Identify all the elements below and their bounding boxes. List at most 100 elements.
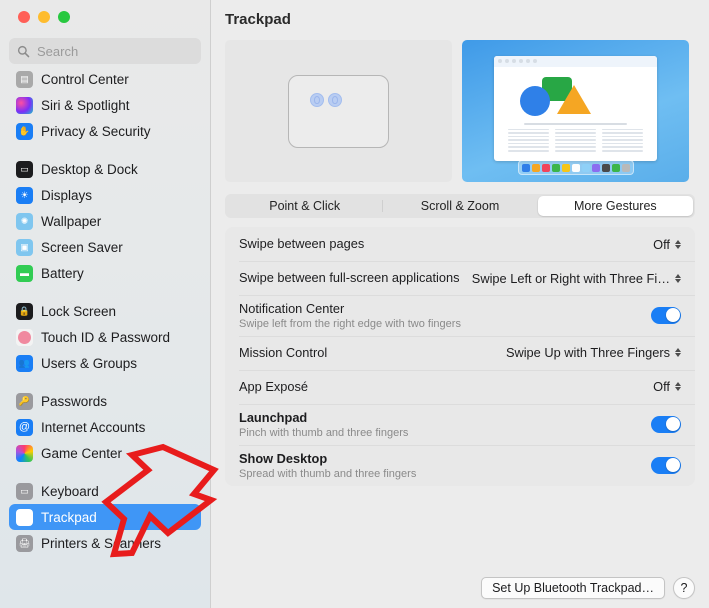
toggle-knob: [665, 417, 680, 432]
sidebar-group-separator: [9, 144, 201, 156]
preview-text-columns: [502, 128, 649, 154]
sidebar-item-passwords[interactable]: 🔑 Passwords: [9, 388, 201, 414]
setting-title: Mission Control: [239, 344, 328, 360]
sidebar-item-siri-spotlight[interactable]: Siri & Spotlight: [9, 92, 201, 118]
preview-area: [211, 28, 709, 182]
sidebar-item-screen-saver[interactable]: ▣ Screen Saver: [9, 234, 201, 260]
gesture-settings-panel: Swipe between pages Off Swipe between full…: [225, 227, 695, 486]
sidebar-item-label: Users & Groups: [41, 355, 138, 371]
tab-point-click[interactable]: Point & Click: [227, 196, 382, 216]
setting-title: Show Desktop: [239, 450, 328, 466]
setting-subtitle: Pinch with thumb and three fingers: [239, 426, 409, 439]
preview-document-window: [494, 55, 657, 161]
toggle-knob: [665, 458, 680, 473]
setting-title: Swipe between full-screen applications: [239, 270, 460, 285]
toggle-notification-center[interactable]: [651, 306, 681, 324]
search-field[interactable]: Search: [9, 38, 201, 64]
sidebar-item-internet-accounts[interactable]: @ Internet Accounts: [9, 414, 201, 440]
footer-actions: Set Up Bluetooth Trackpad… ?: [481, 577, 695, 599]
preview-canvas: [502, 71, 649, 118]
maximize-button[interactable]: [58, 11, 70, 23]
setup-bluetooth-trackpad-button[interactable]: Set Up Bluetooth Trackpad…: [481, 577, 665, 599]
tab-more-gestures[interactable]: More Gestures: [537, 196, 693, 216]
sidebar-item-label: Control Center: [41, 71, 129, 87]
toggle-show-desktop[interactable]: [651, 456, 681, 474]
sidebar-item-label: Passwords: [41, 393, 108, 409]
popup-value: Swipe Up with Three Fingers: [505, 345, 670, 361]
sidebar-item-label: Keyboard: [41, 483, 99, 499]
tab-scroll-zoom[interactable]: Scroll & Zoom: [382, 196, 537, 216]
popup-button-swipe-between-fullscreen-apps[interactable]: Swipe Left or Right with Three Fi…: [472, 271, 681, 286]
main-content: Trackpad Point & Click Scroll & Zoom Mor…: [211, 0, 709, 608]
desktop-dock-icon: ▭: [16, 160, 33, 178]
popup-button-app-expose[interactable]: Off: [653, 379, 681, 394]
toggle-switch[interactable]: [651, 415, 681, 433]
sidebar-group-separator: [9, 286, 201, 298]
game-center-icon: [16, 444, 33, 462]
sidebar-item-desktop-dock[interactable]: ▭ Desktop & Dock: [9, 156, 201, 182]
sidebar-item-lock-screen[interactable]: 🔒 Lock Screen: [9, 298, 201, 324]
trackpad-gesture-preview: [225, 40, 452, 182]
sidebar-item-label: Wallpaper: [41, 213, 102, 229]
setting-title: Notification Center: [239, 301, 345, 316]
toggle-knob: [665, 308, 680, 323]
toggle-launchpad[interactable]: [651, 415, 681, 433]
trackpad-outline: [288, 74, 389, 148]
siri-icon: [16, 96, 33, 114]
sidebar-nav: ▤ Control Center Siri & Spotlight ✋ Privacy …: [0, 66, 210, 556]
sidebar-item-label: Screen Saver: [41, 239, 123, 255]
search-placeholder: Search: [37, 43, 79, 59]
screen-saver-icon: ▣: [16, 238, 33, 256]
sidebar-item-control-center[interactable]: ▤ Control Center: [9, 66, 201, 92]
popup-button-swipe-between-pages[interactable]: Off: [653, 237, 681, 252]
setting-labels: Launchpad Pinch with thumb and three fing…: [239, 404, 651, 445]
sidebar-item-touch-id-password[interactable]: Touch ID & Password: [9, 324, 201, 350]
setting-row-swipe-between-fullscreen-apps: Swipe between full-screen applications Sw…: [225, 261, 695, 295]
window-traffic-lights: [0, 0, 210, 34]
setting-labels: Show Desktop Spread with thumb and three …: [239, 445, 651, 486]
control-center-icon: ▤: [16, 70, 33, 88]
setting-title: Swipe between pages: [239, 236, 365, 251]
internet-accounts-icon: @: [16, 418, 33, 436]
sidebar-item-game-center[interactable]: Game Center: [9, 440, 201, 466]
gesture-tab-bar: Point & Click Scroll & Zoom More Gestures: [225, 194, 695, 218]
close-button[interactable]: [18, 11, 30, 23]
help-button[interactable]: ?: [673, 577, 695, 599]
chevron-updown-icon: [675, 382, 681, 392]
popup-button-mission-control[interactable]: Swipe Up with Three Fingers: [506, 345, 681, 360]
setting-labels: Mission Control: [239, 339, 506, 367]
sidebar-item-privacy-security[interactable]: ✋ Privacy & Security: [9, 118, 201, 144]
sidebar-item-users-groups[interactable]: 👥 Users & Groups: [9, 350, 201, 376]
sidebar-item-wallpaper[interactable]: ✺ Wallpaper: [9, 208, 201, 234]
search-icon: [17, 45, 30, 57]
setting-labels: Notification Center Swipe left from the r…: [239, 295, 651, 336]
setting-row-mission-control: Mission Control Swipe Up with Three Finge…: [225, 335, 695, 370]
sidebar-item-label: Game Center: [41, 445, 123, 461]
setting-subtitle: Swipe left from the right edge with two …: [239, 317, 461, 330]
popup-value: Swipe Left or Right with Three Fi…: [471, 270, 670, 286]
trackpad-icon: ▢: [16, 508, 33, 526]
sidebar-item-trackpad[interactable]: ▢ Trackpad: [9, 504, 201, 530]
sidebar-item-label: Siri & Spotlight: [41, 97, 130, 113]
sidebar-item-battery[interactable]: ▬ Battery: [9, 260, 201, 286]
toggle-switch[interactable]: [651, 456, 681, 474]
touch-id-icon: [16, 328, 33, 346]
sidebar-item-label: Desktop & Dock: [41, 161, 138, 177]
minimize-button[interactable]: [38, 11, 50, 23]
setting-row-show-desktop: Show Desktop Spread with thumb and three …: [225, 444, 695, 486]
sidebar-item-printers-scanners[interactable]: 🖨 Printers & Scanners: [9, 530, 201, 556]
passwords-icon: 🔑: [16, 392, 33, 410]
sidebar-group-separator: [9, 376, 201, 388]
setting-labels: Swipe between pages: [239, 230, 653, 258]
sidebar-item-keyboard[interactable]: ▭ Keyboard: [9, 478, 201, 504]
finger-dot-2: [328, 92, 342, 107]
sidebar: Search ▤ Control Center Siri & Spotlight ✋ P…: [0, 0, 211, 608]
search-container: Search: [0, 38, 210, 64]
toggle-switch[interactable]: [651, 306, 681, 324]
sidebar-item-displays[interactable]: ☀ Displays: [9, 182, 201, 208]
tab-label: Scroll & Zoom: [420, 199, 500, 213]
setting-row-app-expose: App Exposé Off: [225, 369, 695, 404]
finger-dot-1: [310, 92, 324, 107]
tab-label: Point & Click: [269, 199, 341, 213]
setting-subtitle: Spread with thumb and three fingers: [239, 467, 417, 480]
